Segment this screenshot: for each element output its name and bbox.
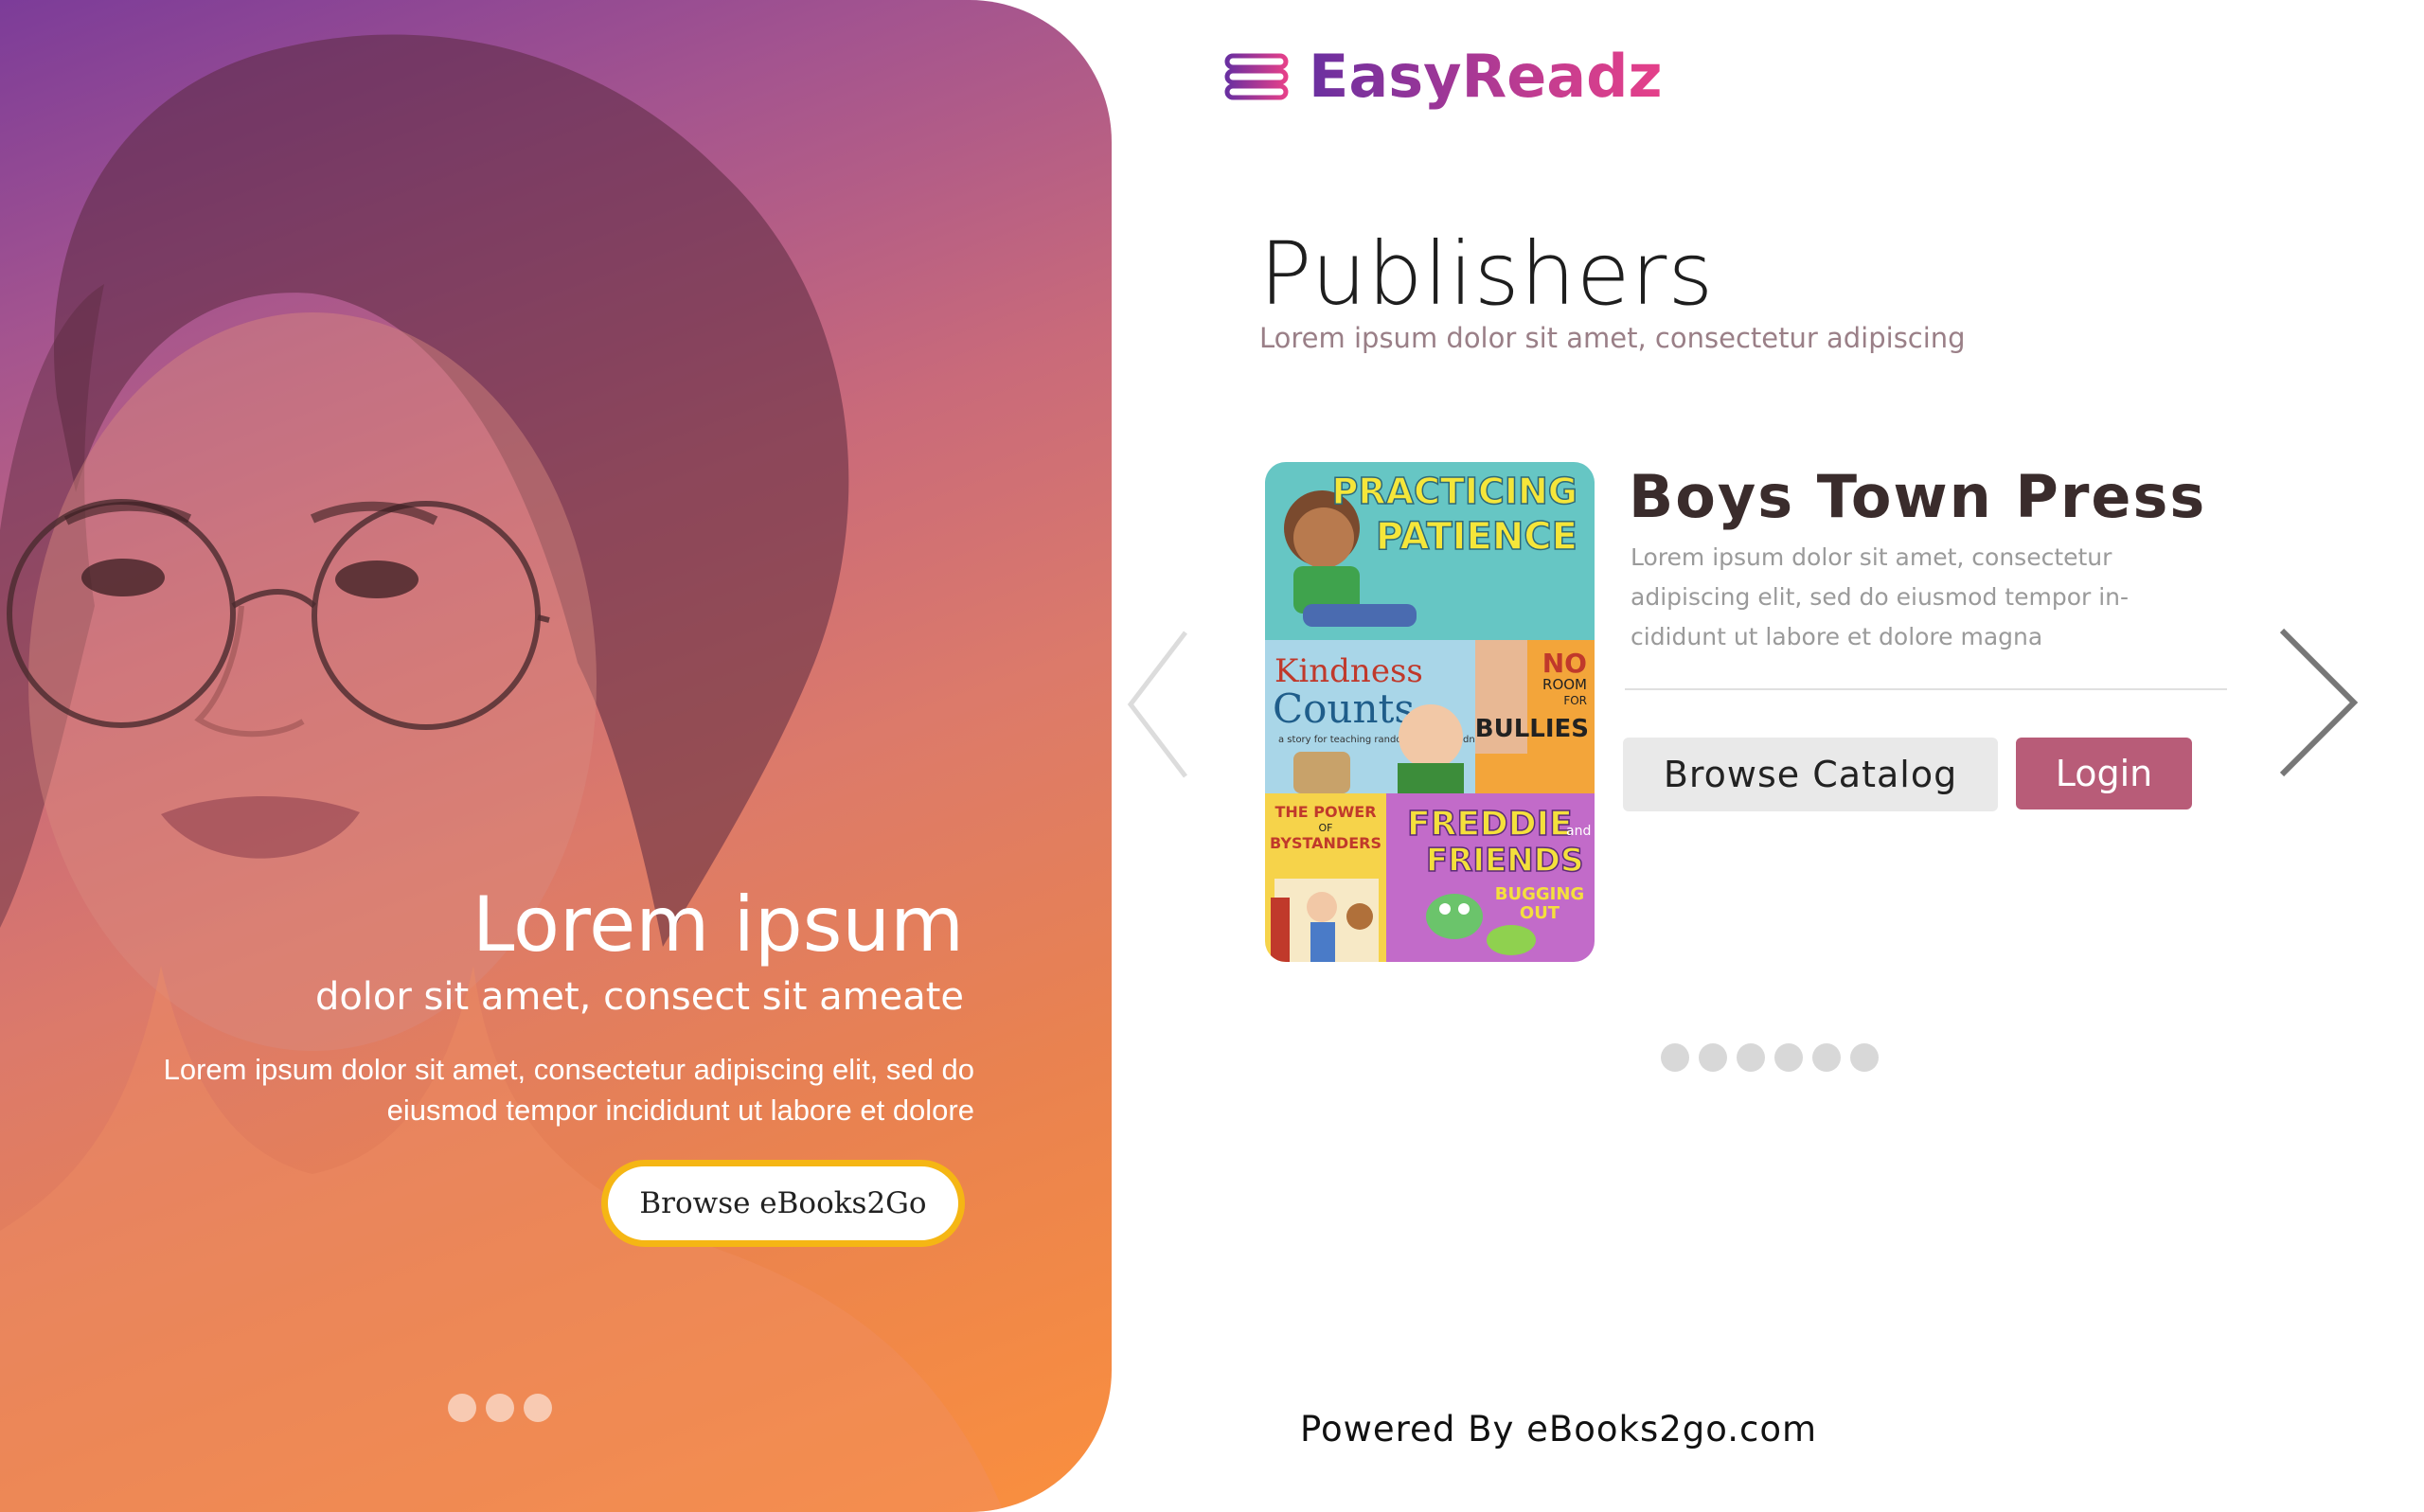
cover-text-patience: PATIENCE bbox=[1376, 515, 1577, 559]
login-button[interactable]: Login bbox=[2016, 738, 2192, 809]
browse-ebooks2go-button[interactable]: Browse eBooks2Go bbox=[601, 1160, 965, 1247]
section-title: Publishers bbox=[1259, 223, 1715, 325]
carousel-pagination-dot[interactable] bbox=[1812, 1043, 1841, 1072]
hero-subtitle: dolor sit amet, consect sit ameate bbox=[314, 975, 964, 1019]
carousel-pagination-dots bbox=[1661, 1043, 1879, 1072]
cover-text-friends: FRIENDS bbox=[1426, 842, 1583, 880]
cover-text-of: OF bbox=[1319, 822, 1333, 834]
cover-text-for: FOR bbox=[1563, 694, 1587, 707]
carousel-pagination-dot[interactable] bbox=[1661, 1043, 1689, 1072]
hero-description: Lorem ipsum dolor sit amet, consectetur … bbox=[163, 1053, 974, 1127]
browse-catalog-button[interactable]: Browse Catalog bbox=[1623, 738, 1998, 811]
cover-text-room: ROOM bbox=[1542, 676, 1587, 693]
cover-text-the-power: THE POWER bbox=[1274, 803, 1376, 821]
cover-text-bystanders: BYSTANDERS bbox=[1270, 834, 1381, 852]
hero-title: Lorem ipsum bbox=[472, 881, 964, 969]
divider bbox=[1625, 688, 2227, 690]
publisher-description: Lorem ipsum dolor sit amet, consectetur … bbox=[1631, 543, 2130, 650]
cover-text-bugging: BUGGING bbox=[1495, 884, 1584, 904]
book-covers-image: PRACTICING PATIENCE Kindness Counts a st… bbox=[1265, 462, 1595, 962]
carousel-pagination-dot[interactable] bbox=[1737, 1043, 1765, 1072]
chevron-left-icon[interactable] bbox=[1125, 629, 1191, 780]
stacked-books-icon bbox=[1224, 53, 1289, 99]
publisher-name: Boys Town Press bbox=[1629, 462, 2207, 531]
hero-pagination-dot[interactable] bbox=[448, 1394, 476, 1422]
cover-text-freddie: FREDDIE bbox=[1407, 805, 1573, 844]
carousel-pagination-dot[interactable] bbox=[1774, 1043, 1803, 1072]
hero-pagination-dot[interactable] bbox=[524, 1394, 552, 1422]
hero-banner: Lorem ipsum dolor sit amet, consect sit … bbox=[0, 0, 1112, 1512]
section-subtitle: Lorem ipsum dolor sit amet, consectetur … bbox=[1259, 322, 1966, 354]
publisher-cover-collage[interactable]: PRACTICING PATIENCE Kindness Counts a st… bbox=[1265, 462, 1595, 962]
brand-logo[interactable]: EasyReadz bbox=[1223, 42, 1663, 111]
cover-text-out: OUT bbox=[1520, 903, 1560, 923]
hero-pagination-dots bbox=[448, 1394, 552, 1422]
hero-pagination-dot[interactable] bbox=[486, 1394, 514, 1422]
cover-text-no: NO bbox=[1542, 648, 1587, 679]
carousel-pagination-dot[interactable] bbox=[1699, 1043, 1727, 1072]
cover-text-and: and bbox=[1566, 824, 1591, 839]
brand-name: EasyReadz bbox=[1309, 42, 1663, 111]
cover-text-kindness: Kindness bbox=[1274, 652, 1423, 690]
cover-text-practicing: PRACTICING bbox=[1332, 471, 1578, 512]
cover-text-bullies: BULLIES bbox=[1475, 715, 1589, 743]
carousel-pagination-dot[interactable] bbox=[1850, 1043, 1879, 1072]
chevron-right-icon[interactable] bbox=[2274, 627, 2362, 778]
hero-portrait-image bbox=[0, 34, 1004, 1512]
powered-by-footer: Powered By eBooks2go.com bbox=[1300, 1409, 1818, 1450]
cover-text-counts: Counts bbox=[1273, 685, 1415, 732]
